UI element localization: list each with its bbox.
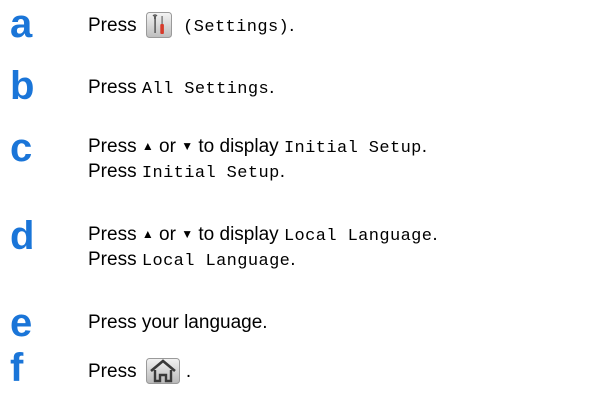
up-arrow-icon: ▲	[141, 227, 154, 241]
press-text: Press	[88, 136, 137, 157]
punctuation: .	[269, 77, 275, 98]
step-d-instruction-2: Press Local Language.	[88, 248, 296, 274]
punctuation: .	[279, 161, 285, 182]
punctuation: .	[290, 249, 296, 270]
local-language-label: Local Language	[283, 227, 433, 246]
press-text: Press	[88, 361, 137, 382]
step-letter: c	[10, 126, 33, 170]
initial-setup-label: Initial Setup	[141, 164, 280, 183]
down-arrow-icon: ▼	[181, 139, 194, 153]
initial-setup-label: Initial Setup	[283, 139, 422, 158]
or-text: or	[159, 136, 176, 157]
step-letter: a	[10, 2, 33, 46]
press-text: Press	[88, 77, 137, 98]
display-text: to display	[198, 224, 279, 245]
step-f-instruction: Press .	[88, 358, 191, 391]
step-d-instruction-1: Press ▲ or ▼ to display Local Language.	[88, 222, 438, 249]
home-icon	[145, 358, 180, 391]
step-letter: f	[10, 346, 24, 390]
press-language-text: Press your language.	[88, 312, 268, 333]
down-arrow-icon: ▼	[181, 227, 194, 241]
step-b-instruction: Press All Settings.	[88, 76, 274, 102]
step-c-instruction-2: Press Initial Setup.	[88, 160, 285, 186]
punctuation: .	[185, 361, 192, 382]
punctuation: .	[289, 15, 295, 36]
display-text: to display	[198, 136, 279, 157]
press-text: Press	[88, 224, 137, 245]
settings-label: (Settings)	[183, 18, 290, 37]
punctuation: .	[421, 136, 428, 157]
or-text: or	[159, 224, 176, 245]
step-letter: d	[10, 214, 35, 258]
step-a-instruction: Press (Settings).	[88, 12, 294, 45]
step-letter: e	[10, 301, 33, 345]
press-text: Press	[88, 249, 137, 270]
local-language-label: Local Language	[141, 252, 291, 271]
press-text: Press	[88, 15, 137, 36]
up-arrow-icon: ▲	[141, 139, 154, 153]
press-text: Press	[88, 161, 137, 182]
step-letter: b	[10, 64, 35, 108]
step-e-instruction: Press your language.	[88, 311, 268, 335]
settings-tools-icon	[145, 12, 172, 45]
step-c-instruction-1: Press ▲ or ▼ to display Initial Setup.	[88, 134, 427, 161]
all-settings-label: All Settings	[141, 80, 270, 99]
punctuation: .	[432, 224, 438, 245]
